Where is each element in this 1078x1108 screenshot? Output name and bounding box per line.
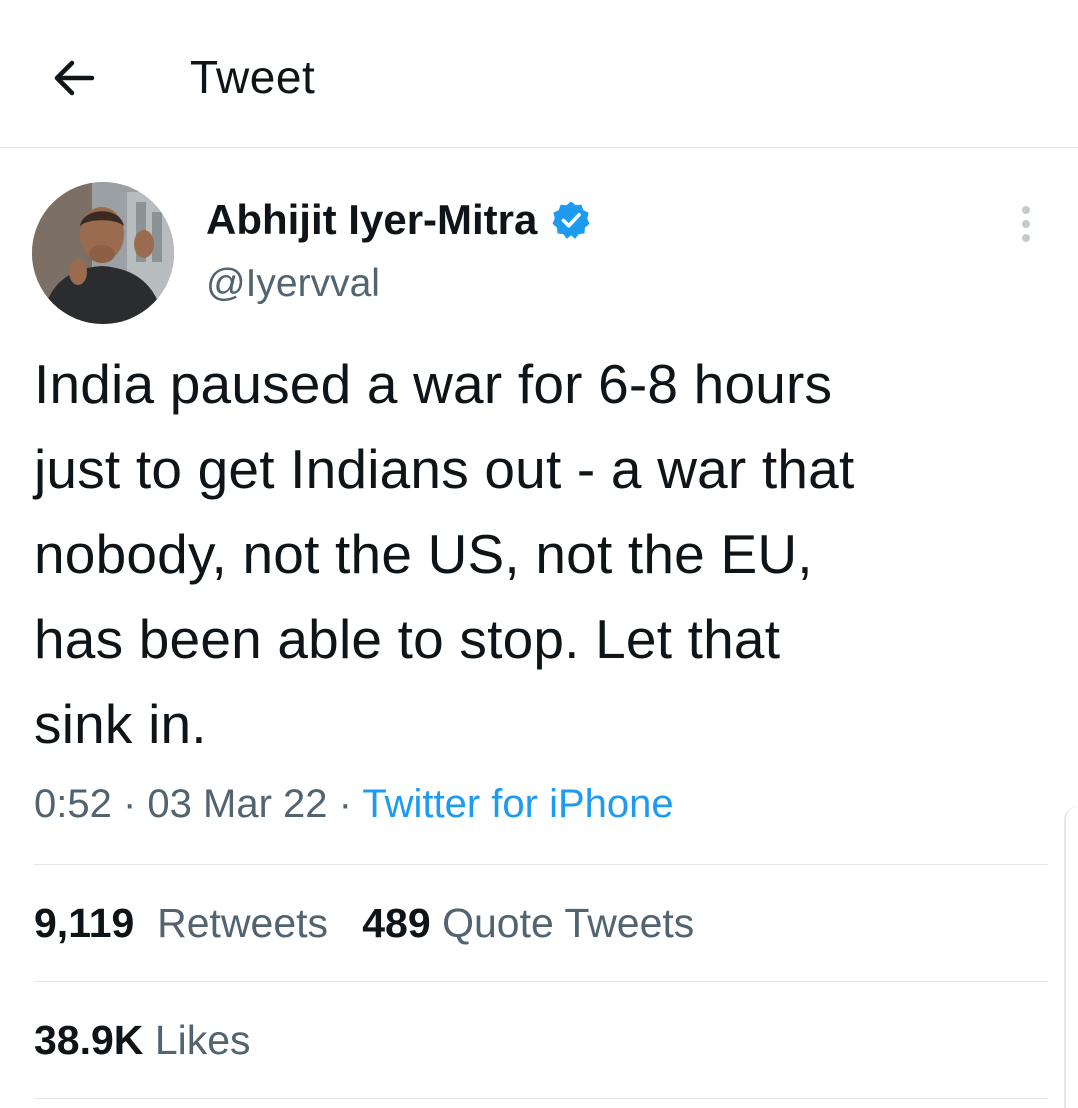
back-button[interactable] [48, 52, 100, 104]
author-name: Abhijit Iyer-Mitra [206, 196, 538, 243]
engagement-stats: 9,119 Retweets 489 Quote Tweets [34, 900, 694, 947]
author-name-row[interactable]: Abhijit Iyer-Mitra [206, 196, 591, 244]
more-vertical-icon [1022, 206, 1030, 242]
tweet-text-line: sink in. [34, 693, 207, 755]
retweets-count: 9,119 [34, 900, 135, 946]
page-title: Tweet [190, 51, 316, 103]
tweet-metadata: 0:52 · 03 Mar 22 · Twitter for iPhone [34, 782, 674, 827]
likes-stat[interactable]: 38.9K Likes [34, 1017, 251, 1063]
avatar[interactable] [32, 182, 174, 324]
scroll-edge [1064, 806, 1078, 1108]
tweet-text-line: India paused a war for 6-8 hours [34, 353, 833, 415]
tweet-text: India paused a war for 6-8 hours just to… [34, 342, 1044, 767]
profile-photo [32, 182, 174, 324]
tweet-text-line: nobody, not the US, not the EU, [34, 523, 813, 585]
quote-tweets-stat[interactable]: 489 Quote Tweets [362, 900, 694, 946]
tweet-text-line: has been able to stop. Let that [34, 608, 781, 670]
likes-count: 38.9K [34, 1017, 144, 1063]
verified-badge-icon [552, 201, 590, 239]
more-options-button[interactable] [1008, 204, 1044, 244]
quote-tweets-count: 489 [362, 900, 431, 946]
separator-dot: · [122, 782, 148, 826]
likes-label: Likes [154, 1017, 251, 1063]
separator-dot: · [338, 782, 363, 826]
tweet-time[interactable]: 0:52 [34, 782, 112, 826]
divider [34, 981, 1048, 982]
likes-stats: 38.9K Likes [34, 1017, 251, 1064]
retweets-stat[interactable]: 9,119 Retweets [34, 900, 328, 946]
quote-tweets-label: Quote Tweets [442, 900, 695, 946]
tweet-text-line: just to get Indians out - a war that [34, 438, 855, 500]
retweets-label: Retweets [157, 900, 329, 946]
tweet-source-link[interactable]: Twitter for iPhone [362, 782, 673, 826]
author-handle[interactable]: @Iyervval [206, 262, 380, 306]
arrow-left-icon [54, 60, 95, 96]
divider [34, 864, 1048, 865]
top-bar: Tweet [0, 0, 1078, 148]
tweet-date[interactable]: 03 Mar 22 [147, 782, 327, 826]
divider [34, 1098, 1048, 1099]
